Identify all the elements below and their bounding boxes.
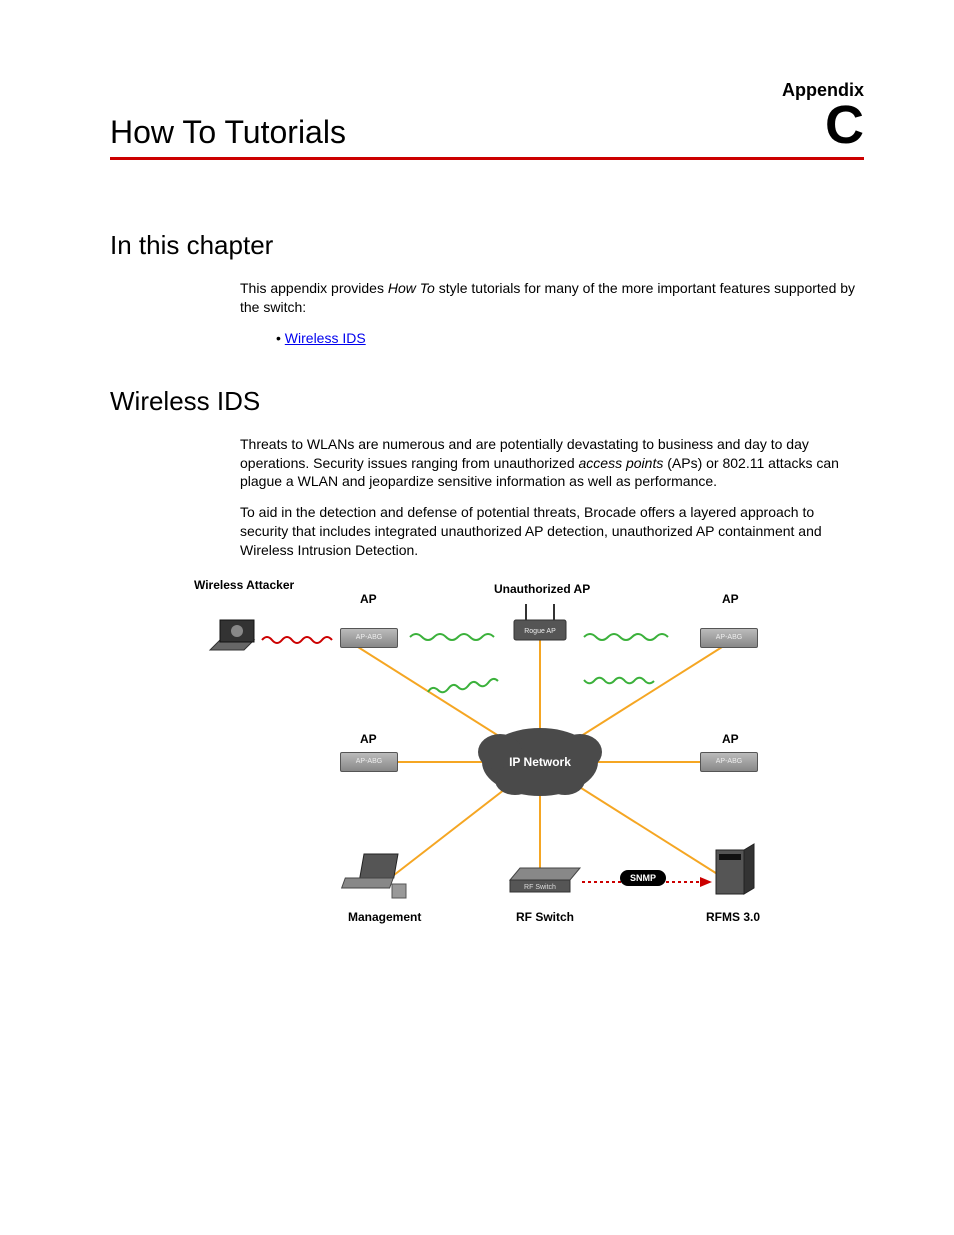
label-ap-mr: AP <box>722 732 739 746</box>
appendix-label: Appendix <box>110 80 864 101</box>
snmp-text: SNMP <box>630 873 656 883</box>
ip-network-text: IP Network <box>509 755 571 769</box>
ap-box-label: AP-ABG <box>700 628 758 648</box>
header-rule <box>110 157 864 160</box>
ap-top-right: AP-ABG <box>700 628 756 658</box>
ap-box-label: AP-ABG <box>340 628 398 648</box>
label-ap-tr: AP <box>722 592 739 606</box>
label-rfms: RFMS 3.0 <box>706 910 760 924</box>
section-wireless-ids-title: Wireless IDS <box>110 386 864 417</box>
intro-em: How To <box>388 280 435 296</box>
label-ap-ml: AP <box>360 732 377 746</box>
wids-p1-em: access points <box>579 455 664 471</box>
ap-mid-left: AP-ABG <box>340 752 396 782</box>
wids-p2: To aid in the detection and defense of p… <box>240 503 864 560</box>
appendix-letter: C <box>825 101 864 150</box>
rf-switch-box-text: RF Switch <box>524 884 556 891</box>
ap-top-left: AP-ABG <box>340 628 396 658</box>
page: Appendix How To Tutorials C In this chap… <box>0 0 954 1235</box>
network-diagram: IP Network Rogue AP SNMP <box>170 572 790 942</box>
diagram-svg: IP Network Rogue AP SNMP <box>170 572 790 942</box>
wireless-ids-body: Threats to WLANs are numerous and are po… <box>240 435 864 560</box>
ap-mid-right: AP-ABG <box>700 752 756 782</box>
rogue-ap-box-text: Rogue AP <box>524 628 556 635</box>
chapter-title: How To Tutorials <box>110 114 346 151</box>
chapter-header: How To Tutorials C <box>110 101 864 151</box>
label-rf-switch: RF Switch <box>516 910 574 924</box>
bullet-list: Wireless IDS <box>240 329 864 348</box>
intro-paragraph: This appendix provides How To style tuto… <box>240 279 864 317</box>
wids-p1: Threats to WLANs are numerous and are po… <box>240 435 864 492</box>
label-ap-tl: AP <box>360 592 377 606</box>
ap-box-label: AP-ABG <box>340 752 398 772</box>
bullet-item: Wireless IDS <box>276 329 864 348</box>
section-in-this-chapter-title: In this chapter <box>110 230 864 261</box>
label-unauth-ap: Unauthorized AP <box>494 582 590 596</box>
label-wireless-attacker: Wireless Attacker <box>194 578 284 592</box>
intro-pre: This appendix provides <box>240 280 388 296</box>
in-this-chapter-body: This appendix provides How To style tuto… <box>240 279 864 348</box>
label-management: Management <box>348 910 421 924</box>
ap-box-label: AP-ABG <box>700 752 758 772</box>
wireless-ids-link[interactable]: Wireless IDS <box>285 330 366 346</box>
